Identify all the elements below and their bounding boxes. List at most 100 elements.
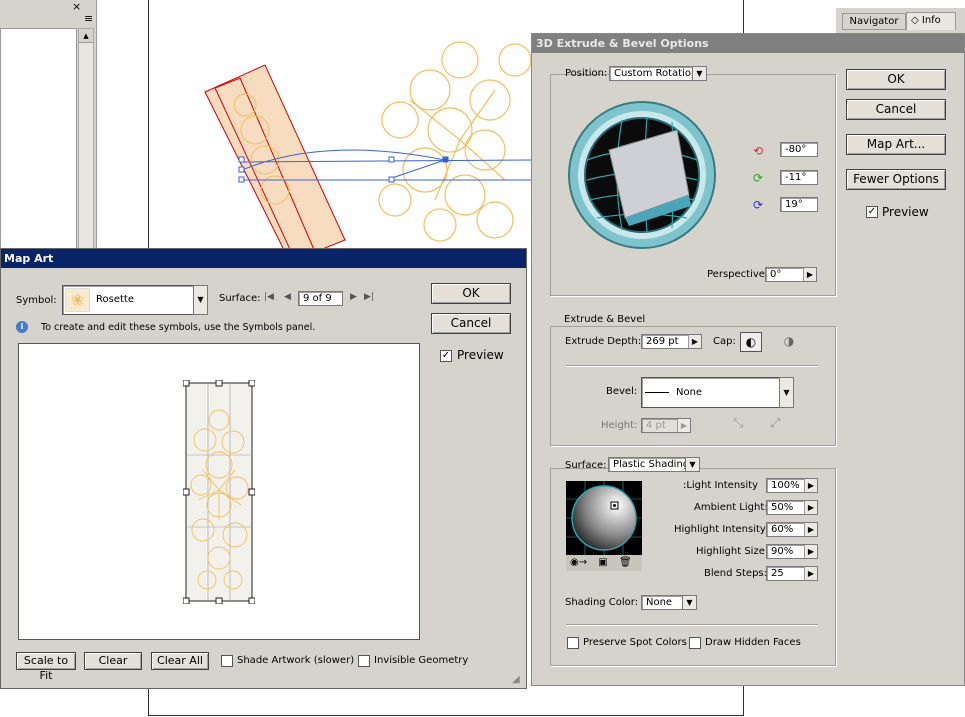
surface-field[interactable]: 9 of 9	[298, 291, 343, 306]
z-axis-icon: ⟳	[753, 198, 764, 212]
extrude-depth-arrow-icon[interactable]: ▶	[688, 335, 701, 348]
layers-panel: × ≡ ▲	[0, 0, 97, 250]
ambient-light-label: Ambient Light:	[694, 502, 768, 513]
separator	[566, 624, 818, 626]
light-intensity-arrow-icon[interactable]: ▶	[804, 479, 817, 492]
surface-label: Surface:	[219, 293, 261, 304]
symbol-dropdown-icon[interactable]: ▼	[193, 285, 208, 315]
light-intensity-label: Light Intensity:	[682, 480, 758, 491]
position-dropdown-icon[interactable]: ▼	[692, 66, 707, 81]
rotated-rectangle	[204, 64, 346, 260]
cancel-button[interactable]: Cancel	[431, 313, 511, 334]
symbol-value: Rosette	[96, 294, 134, 305]
dialog-title-bar[interactable]: Map Art	[1, 249, 526, 268]
perspective-value: 0°	[770, 269, 782, 280]
info-text: To create and edit these symbols, use th…	[41, 322, 316, 333]
layers-scrollbar[interactable]: ▲	[78, 28, 94, 250]
scroll-up-icon[interactable]: ▲	[79, 29, 93, 43]
tab-info[interactable]: ◇ Info	[906, 12, 956, 30]
symbol-label: Symbol:	[16, 295, 57, 306]
rosette-thumbnail: ❀	[65, 288, 90, 312]
invisible-geometry-checkbox[interactable]	[358, 655, 370, 667]
height-arrow-icon: ▶	[677, 419, 690, 432]
bevel-label: Bevel:	[606, 386, 638, 397]
cap-off-icon[interactable]: ◑	[779, 332, 799, 352]
height-value: 4 pt	[646, 420, 666, 431]
shading-color-value: None	[646, 597, 673, 608]
surface-value: Plastic Shading	[613, 459, 690, 470]
extrude-section-title: Extrude & Bevel	[561, 314, 649, 325]
scale-to-fit-button[interactable]: Scale to Fit	[16, 652, 76, 682]
invisible-geometry-label: Invisible Geometry	[374, 655, 469, 666]
preview-checkbox[interactable]: ✓	[866, 206, 878, 218]
shade-artwork-label: Shade Artwork (slower)	[237, 655, 355, 666]
perspective-label: Perspective:	[707, 269, 769, 280]
cap-on-icon[interactable]: ◐	[740, 332, 762, 352]
draw-hidden-label: Draw Hidden Faces	[705, 637, 801, 648]
tab-navigator[interactable]: Navigator	[842, 13, 906, 30]
light-intensity-value: 100%	[771, 480, 800, 491]
last-surface-icon[interactable]: ▶|	[364, 292, 374, 302]
bevel-dropdown-icon[interactable]: ▼	[779, 377, 794, 408]
ambient-light-arrow-icon[interactable]: ▶	[804, 501, 817, 514]
delete-light-icon[interactable]: 🗑	[619, 557, 632, 568]
cancel-button[interactable]: Cancel	[846, 99, 946, 120]
close-icon[interactable]: ×	[72, 0, 81, 13]
shade-artwork-checkbox[interactable]	[221, 655, 233, 667]
ok-button[interactable]: OK	[431, 283, 511, 304]
bevel-value: None	[676, 387, 703, 398]
highlight-intensity-arrow-icon[interactable]: ▶	[804, 523, 817, 536]
tab-info-label: Info	[921, 15, 941, 26]
y-rotation-field[interactable]: -11°	[780, 170, 818, 185]
resize-grip-icon[interactable]: ◢	[512, 674, 520, 685]
layers-list[interactable]	[0, 28, 77, 250]
highlight-intensity-value: 60%	[771, 524, 794, 535]
blend-steps-arrow-icon[interactable]: ▶	[804, 567, 817, 580]
rotation-trackball[interactable]	[567, 100, 717, 250]
lighting-sphere[interactable]	[566, 481, 642, 555]
surface-label: Surface:	[565, 460, 607, 471]
bevel-in-icon: ⤢	[770, 416, 781, 431]
canvas-artwork[interactable]	[195, 0, 535, 260]
preserve-spot-label: Preserve Spot Colors	[583, 637, 687, 648]
art-preview-area[interactable]	[18, 343, 420, 640]
extrude-bevel-dialog: 3D Extrude & Bevel Options Position: Cus…	[531, 33, 965, 686]
bevel-out-icon: ⤡	[733, 416, 744, 431]
x-rotation-field[interactable]: -80°	[780, 142, 818, 157]
surface-dropdown-icon[interactable]: ▼	[685, 457, 700, 472]
first-surface-icon[interactable]: |◀	[264, 292, 274, 302]
height-label: Height:	[601, 420, 638, 431]
highlight-size-value: 90%	[771, 546, 794, 557]
extrude-depth-value: 269 pt	[646, 336, 679, 347]
map-art-dialog: Map Art Symbol: Rosette ❀ ▼ Surface: |◀ …	[0, 248, 527, 689]
clear-all-button[interactable]: Clear All	[151, 652, 209, 670]
y-axis-icon: ⟳	[753, 171, 764, 185]
blend-steps-label: Blend Steps:	[704, 568, 768, 579]
preserve-spot-checkbox[interactable]	[567, 637, 579, 649]
position-label: Position:	[565, 68, 608, 79]
map-art-button[interactable]: Map Art...	[846, 134, 946, 155]
move-light-icon[interactable]: ◉→	[570, 557, 587, 568]
clear-button[interactable]: Clear	[84, 652, 142, 670]
highlight-size-arrow-icon[interactable]: ▶	[804, 545, 817, 558]
position-value: Custom Rotation	[614, 68, 698, 79]
separator	[566, 365, 818, 367]
ambient-light-value: 50%	[771, 502, 794, 513]
next-surface-icon[interactable]: ▶	[350, 292, 357, 302]
new-light-icon[interactable]: ▣	[598, 557, 607, 568]
prev-surface-icon[interactable]: ◀	[284, 292, 291, 302]
fewer-options-button[interactable]: Fewer Options	[846, 169, 946, 190]
preview-checkbox[interactable]: ✓	[440, 350, 452, 362]
bevel-line-icon	[645, 392, 669, 393]
extrude-depth-label: Extrude Depth:	[565, 336, 642, 347]
panel-menu-icon[interactable]: ≡	[84, 12, 93, 25]
shading-color-dropdown-icon[interactable]: ▼	[682, 595, 697, 610]
light-tools: ◉→ ▣ 🗑	[566, 555, 642, 571]
draw-hidden-checkbox[interactable]	[689, 637, 701, 649]
highlight-size-label: Highlight Size:	[696, 546, 769, 557]
z-rotation-field[interactable]: 19°	[780, 197, 818, 212]
perspective-arrow-icon[interactable]: ▶	[803, 268, 816, 281]
surface-map[interactable]	[183, 380, 255, 604]
ok-button[interactable]: OK	[846, 69, 946, 90]
dialog-title-bar[interactable]: 3D Extrude & Bevel Options	[532, 34, 964, 53]
